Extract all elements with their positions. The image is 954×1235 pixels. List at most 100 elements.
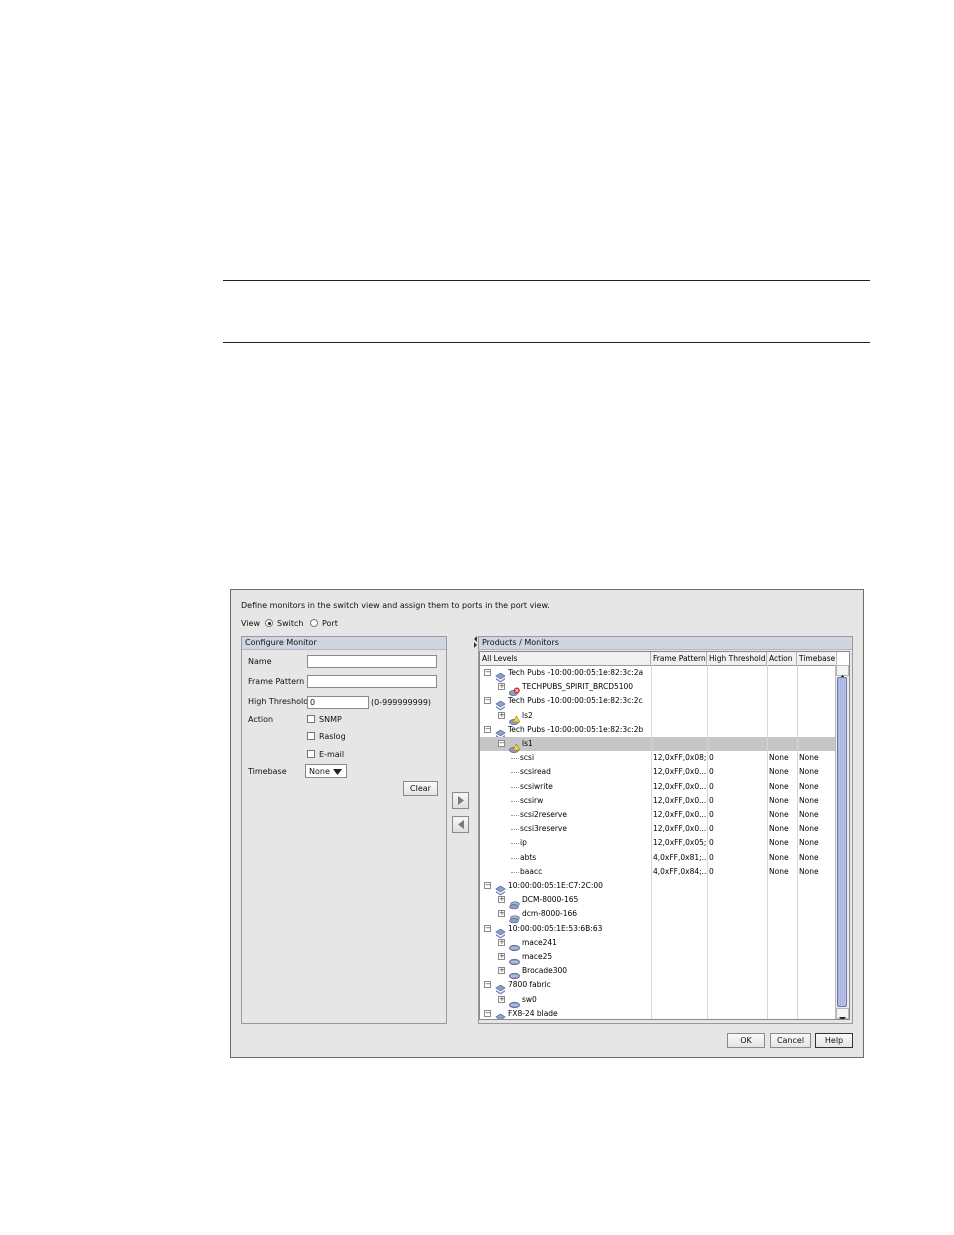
- timebase-cell: [799, 694, 836, 708]
- expand-icon[interactable]: +: [498, 896, 505, 904]
- tree-row[interactable]: − 7800 fabric: [480, 978, 835, 995]
- tree-row[interactable]: − Tech Pubs -10:00:00:05:1e:82:3c:2c: [480, 694, 836, 711]
- expand-icon[interactable]: +: [498, 953, 505, 960]
- tree-row[interactable]: + mace25: [480, 950, 835, 966]
- frame-pattern-cell: [653, 666, 706, 680]
- tree-item-name: Tech Pubs -10:00:00:05:1e:82:3c:2a: [508, 668, 644, 677]
- tree-row[interactable]: + Brocade300: [480, 964, 835, 980]
- frame-pattern-cell: 12,0xFF,0x0...: [653, 767, 706, 777]
- name-input[interactable]: [307, 655, 437, 668]
- collapse-icon[interactable]: −: [484, 697, 491, 705]
- tree-row[interactable]: scsirw 12,0xFF,0x0... 0 None None: [480, 794, 835, 808]
- tree-row[interactable]: − 10:00:00:05:1E:C7:2C:00: [480, 879, 835, 896]
- collapse-icon[interactable]: −: [484, 669, 491, 676]
- high-threshold-cell: [709, 723, 765, 737]
- collapse-icon[interactable]: −: [498, 740, 505, 747]
- ok-button[interactable]: OK: [727, 1033, 765, 1048]
- high-threshold-cell: [709, 680, 765, 694]
- action-cell: [769, 723, 796, 737]
- products-tree-table[interactable]: All Levels Frame Pattern High Threshold …: [479, 651, 850, 1020]
- action-cell: None: [769, 781, 789, 791]
- view-port-radio[interactable]: [310, 619, 318, 627]
- tree-header: All Levels Frame Pattern High Threshold …: [480, 652, 837, 666]
- tree-row[interactable]: + dcm-8000-166: [480, 907, 835, 924]
- tree-row[interactable]: − Tech Pubs -10:00:00:05:1e:82:3c:2a: [480, 666, 835, 683]
- cancel-button[interactable]: Cancel: [770, 1033, 811, 1048]
- expand-icon[interactable]: +: [498, 995, 505, 1003]
- help-button[interactable]: Help: [815, 1033, 853, 1048]
- expand-icon[interactable]: +: [498, 910, 505, 918]
- scroll-down-button[interactable]: [836, 1008, 849, 1019]
- tree-connector: [511, 786, 519, 788]
- raslog-label[interactable]: Raslog: [319, 732, 346, 741]
- assign-right-button[interactable]: [452, 792, 469, 809]
- tree-row[interactable]: − FX8-24 blade: [480, 1007, 835, 1019]
- tree-row[interactable]: scsiwrite 12,0xFF,0x0... 0 None None: [480, 780, 835, 794]
- collapse-icon[interactable]: −: [484, 725, 491, 733]
- high-threshold-range: (0-999999999): [371, 698, 432, 707]
- tree-item-name: TECHPUBS_SPIRIT_BRCD5100: [522, 682, 634, 692]
- tree-row[interactable]: + mace241: [480, 936, 835, 951]
- switch-warning-icon: [509, 739, 521, 753]
- tree-row[interactable]: + sw0: [480, 993, 835, 1008]
- timebase-label: Timebase: [248, 767, 287, 776]
- email-label[interactable]: E-mail: [319, 750, 344, 759]
- snmp-label[interactable]: SNMP: [319, 715, 342, 724]
- col-frame-pattern[interactable]: Frame Pattern: [651, 652, 707, 665]
- email-checkbox[interactable]: [307, 750, 315, 758]
- tree-row[interactable]: scsi2reserve 12,0xFF,0x0... 0 None None: [480, 808, 835, 822]
- col-high-threshold[interactable]: High Threshold: [707, 652, 767, 665]
- frame-pattern-cell: [653, 737, 706, 751]
- frame-pattern-cell: 12,0xFF,0x0...: [653, 795, 706, 805]
- clear-button[interactable]: Clear: [403, 781, 438, 796]
- frame-pattern-cell: [653, 922, 706, 936]
- frame-pattern-cell: [653, 879, 706, 893]
- col-action[interactable]: Action: [767, 652, 797, 665]
- tree-row[interactable]: scsi3reserve 12,0xFF,0x0... 0 None None: [480, 822, 835, 836]
- action-cell: [769, 680, 796, 694]
- view-switch-label[interactable]: Switch: [277, 619, 303, 628]
- tree-connector: [511, 857, 519, 859]
- vertical-scrollbar[interactable]: [835, 665, 849, 1019]
- tree-row[interactable]: + DCM-8000-165: [480, 893, 835, 910]
- tree-row[interactable]: − ls1: [480, 737, 835, 753]
- tree-row[interactable]: ip 12,0xFF,0x05; 0 None None: [480, 836, 835, 850]
- action-cell: [769, 950, 796, 964]
- expand-icon[interactable]: +: [498, 938, 505, 946]
- tree-item-name: Tech Pubs -10:00:00:05:1e:82:3c:2b: [508, 724, 644, 734]
- frame-pattern-cell: [653, 709, 706, 723]
- action-cell: [769, 936, 796, 950]
- snmp-checkbox[interactable]: [307, 715, 315, 723]
- tree-connector: [511, 871, 519, 873]
- high-threshold-input[interactable]: [307, 696, 369, 709]
- tree-row[interactable]: scsi 12,0xFF,0x08; 0 None None: [480, 751, 835, 765]
- collapse-icon[interactable]: −: [484, 981, 491, 989]
- remove-left-button[interactable]: [452, 816, 469, 833]
- scroll-thumb[interactable]: [837, 677, 847, 1007]
- collapse-icon[interactable]: −: [484, 1009, 491, 1017]
- collapse-icon[interactable]: −: [484, 924, 491, 932]
- raslog-checkbox[interactable]: [307, 732, 315, 740]
- view-switch-radio[interactable]: [265, 619, 273, 627]
- tree-row[interactable]: + TECHPUBS_SPIRIT_BRCD5100: [480, 680, 835, 697]
- expand-icon[interactable]: +: [498, 683, 505, 691]
- high-threshold-cell: [709, 879, 765, 893]
- tree-row[interactable]: scsiread 12,0xFF,0x0... 0 None None: [480, 765, 835, 779]
- tree-item-name: 7800 fabric: [508, 980, 551, 990]
- tree-row[interactable]: abts 4,0xFF,0x81;... 0 None None: [480, 851, 835, 865]
- tree-item-name: sw0: [522, 994, 537, 1004]
- tree-row[interactable]: baacc 4,0xFF,0x84;... 0 None None: [480, 865, 835, 879]
- switch-warning-icon: [509, 711, 521, 725]
- scroll-up-button[interactable]: [836, 665, 849, 679]
- collapse-icon[interactable]: −: [484, 882, 491, 889]
- expand-icon[interactable]: +: [498, 711, 505, 719]
- view-port-label[interactable]: Port: [322, 619, 338, 628]
- expand-icon[interactable]: +: [498, 967, 505, 975]
- timebase-dropdown[interactable]: None: [305, 764, 347, 778]
- tree-row[interactable]: − 10:00:00:05:1E:53:6B:63: [480, 922, 835, 939]
- tree-row[interactable]: + ls2: [480, 709, 835, 725]
- frame-pattern-input[interactable]: [307, 675, 437, 688]
- col-all-levels[interactable]: All Levels: [480, 652, 651, 665]
- col-timebase[interactable]: Timebase: [797, 652, 837, 665]
- tree-row[interactable]: − Tech Pubs -10:00:00:05:1e:82:3c:2b: [480, 723, 835, 740]
